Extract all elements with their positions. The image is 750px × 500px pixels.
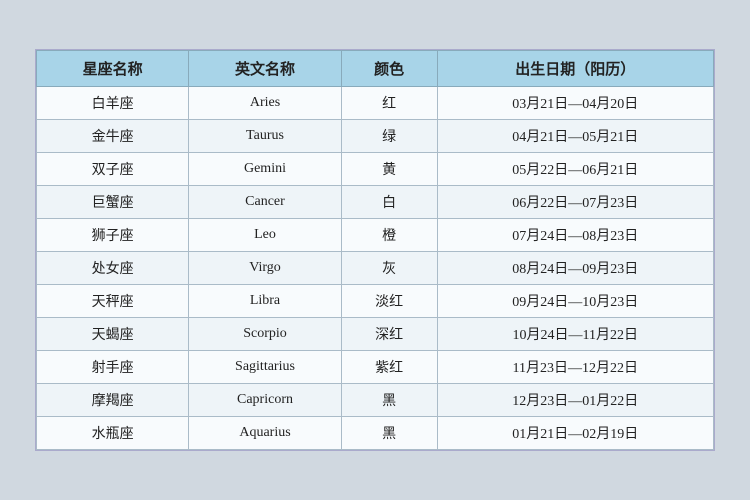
cell-3-3: 06月22日—07月23日 <box>437 186 713 219</box>
cell-10-2: 黑 <box>341 417 437 450</box>
cell-9-2: 黑 <box>341 384 437 417</box>
header-col-0: 星座名称 <box>37 51 189 87</box>
cell-7-0: 天蝎座 <box>37 318 189 351</box>
cell-2-0: 双子座 <box>37 153 189 186</box>
cell-7-3: 10月24日—11月22日 <box>437 318 713 351</box>
cell-9-1: Capricorn <box>189 384 341 417</box>
table-row: 巨蟹座Cancer白06月22日—07月23日 <box>37 186 714 219</box>
cell-10-1: Aquarius <box>189 417 341 450</box>
cell-1-0: 金牛座 <box>37 120 189 153</box>
cell-4-2: 橙 <box>341 219 437 252</box>
table-row: 射手座Sagittarius紫红11月23日—12月22日 <box>37 351 714 384</box>
cell-10-0: 水瓶座 <box>37 417 189 450</box>
table-row: 狮子座Leo橙07月24日—08月23日 <box>37 219 714 252</box>
cell-1-1: Taurus <box>189 120 341 153</box>
table-header-row: 星座名称英文名称颜色出生日期（阳历） <box>37 51 714 87</box>
cell-3-2: 白 <box>341 186 437 219</box>
header-col-1: 英文名称 <box>189 51 341 87</box>
table-body: 白羊座Aries红03月21日—04月20日金牛座Taurus绿04月21日—0… <box>37 87 714 450</box>
zodiac-table-container: 星座名称英文名称颜色出生日期（阳历） 白羊座Aries红03月21日—04月20… <box>35 49 715 451</box>
table-row: 水瓶座Aquarius黑01月21日—02月19日 <box>37 417 714 450</box>
cell-3-0: 巨蟹座 <box>37 186 189 219</box>
cell-2-3: 05月22日—06月21日 <box>437 153 713 186</box>
cell-9-0: 摩羯座 <box>37 384 189 417</box>
cell-8-2: 紫红 <box>341 351 437 384</box>
cell-4-1: Leo <box>189 219 341 252</box>
cell-7-1: Scorpio <box>189 318 341 351</box>
cell-0-0: 白羊座 <box>37 87 189 120</box>
cell-9-3: 12月23日—01月22日 <box>437 384 713 417</box>
cell-0-2: 红 <box>341 87 437 120</box>
cell-5-3: 08月24日—09月23日 <box>437 252 713 285</box>
table-row: 双子座Gemini黄05月22日—06月21日 <box>37 153 714 186</box>
header-col-2: 颜色 <box>341 51 437 87</box>
cell-8-3: 11月23日—12月22日 <box>437 351 713 384</box>
cell-4-0: 狮子座 <box>37 219 189 252</box>
table-row: 摩羯座Capricorn黑12月23日—01月22日 <box>37 384 714 417</box>
cell-2-1: Gemini <box>189 153 341 186</box>
cell-8-1: Sagittarius <box>189 351 341 384</box>
zodiac-table: 星座名称英文名称颜色出生日期（阳历） 白羊座Aries红03月21日—04月20… <box>36 50 714 450</box>
cell-8-0: 射手座 <box>37 351 189 384</box>
cell-7-2: 深红 <box>341 318 437 351</box>
cell-1-3: 04月21日—05月21日 <box>437 120 713 153</box>
cell-5-1: Virgo <box>189 252 341 285</box>
cell-0-1: Aries <box>189 87 341 120</box>
cell-6-2: 淡红 <box>341 285 437 318</box>
table-row: 金牛座Taurus绿04月21日—05月21日 <box>37 120 714 153</box>
header-col-3: 出生日期（阳历） <box>437 51 713 87</box>
cell-6-0: 天秤座 <box>37 285 189 318</box>
cell-4-3: 07月24日—08月23日 <box>437 219 713 252</box>
cell-2-2: 黄 <box>341 153 437 186</box>
cell-5-0: 处女座 <box>37 252 189 285</box>
cell-6-1: Libra <box>189 285 341 318</box>
table-row: 白羊座Aries红03月21日—04月20日 <box>37 87 714 120</box>
table-row: 处女座Virgo灰08月24日—09月23日 <box>37 252 714 285</box>
table-row: 天秤座Libra淡红09月24日—10月23日 <box>37 285 714 318</box>
cell-3-1: Cancer <box>189 186 341 219</box>
table-row: 天蝎座Scorpio深红10月24日—11月22日 <box>37 318 714 351</box>
cell-1-2: 绿 <box>341 120 437 153</box>
cell-5-2: 灰 <box>341 252 437 285</box>
cell-6-3: 09月24日—10月23日 <box>437 285 713 318</box>
cell-10-3: 01月21日—02月19日 <box>437 417 713 450</box>
cell-0-3: 03月21日—04月20日 <box>437 87 713 120</box>
